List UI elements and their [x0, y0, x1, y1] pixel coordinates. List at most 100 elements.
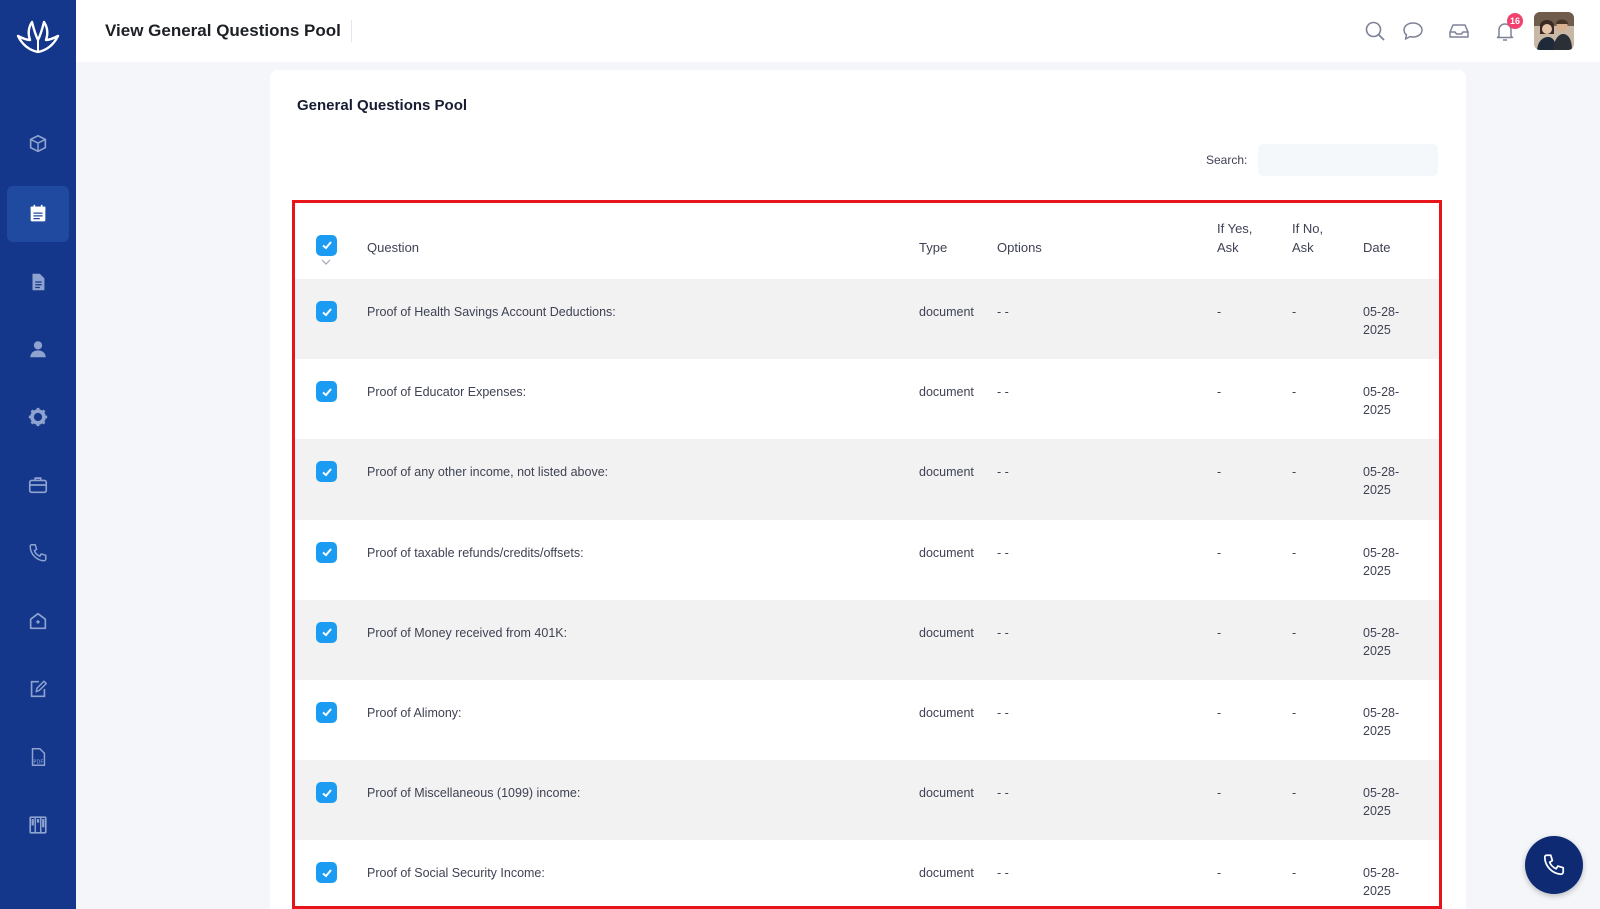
if-yes-cell: - — [1217, 465, 1222, 480]
questions-table: Question Type Options If Yes, Ask If No, A… — [295, 203, 1439, 906]
phone-icon — [1543, 854, 1565, 876]
kanban-icon — [29, 816, 47, 834]
column-header-if-no[interactable]: If No, Ask — [1292, 203, 1363, 279]
if-no-cell: - — [1292, 385, 1297, 400]
calendar-list-icon — [30, 204, 46, 222]
edit-icon — [30, 680, 47, 698]
date-line: 2025 — [1363, 483, 1391, 498]
if-no-cell: - — [1292, 465, 1297, 480]
sidebar-item-briefcase[interactable] — [7, 457, 69, 513]
checkmark-icon — [321, 307, 332, 316]
app-logo[interactable] — [14, 18, 62, 58]
date-cell: 05-28- 2025 — [1363, 840, 1439, 906]
box-arrows-icon — [29, 134, 47, 153]
options-cell: - - — [997, 625, 1009, 640]
sidebar-item-settings[interactable] — [7, 389, 69, 445]
row-checkbox[interactable] — [316, 862, 337, 884]
options-cell: - - — [997, 465, 1009, 480]
row-checkbox[interactable] — [316, 541, 337, 563]
date-cell: 05-28- 2025 — [1363, 279, 1439, 359]
row-select-cell — [295, 439, 367, 519]
type-cell: document — [919, 786, 974, 801]
table-row[interactable]: Proof of Health Savings Account Deductio… — [295, 279, 1439, 360]
date-line: 05-28- — [1363, 786, 1400, 801]
chevron-down-icon[interactable] — [321, 259, 331, 265]
column-header-question[interactable]: Question — [367, 203, 919, 279]
table-row[interactable]: Proof of Alimony: document - - - - 05-28- 2025 — [295, 680, 1439, 760]
row-checkbox[interactable] — [316, 621, 337, 643]
date-line: 05-28- — [1363, 705, 1400, 720]
if-no-cell: - — [1292, 305, 1297, 319]
sidebar-item-documents[interactable] — [7, 254, 69, 310]
question-cell: Proof of Health Savings Account Deductio… — [367, 305, 616, 319]
sidebar: PDF — [0, 0, 76, 909]
chat-bubble-icon — [1403, 22, 1423, 40]
checkmark-icon — [321, 628, 332, 637]
question-cell: Proof of Miscellaneous (1099) income: — [367, 786, 581, 801]
row-checkbox[interactable] — [316, 782, 337, 804]
table-row[interactable]: Proof of any other income, not listed ab… — [295, 439, 1439, 520]
row-select-cell — [295, 760, 367, 840]
table-row[interactable]: Proof of Educator Expenses: document - - - -… — [295, 359, 1439, 439]
header-line: Ask — [1292, 240, 1314, 255]
sidebar-item-packages[interactable] — [7, 116, 69, 172]
header-line: If No, — [1292, 221, 1324, 236]
inbox-button[interactable] — [1447, 19, 1471, 43]
chat-button[interactable] — [1401, 19, 1425, 43]
sidebar-item-board[interactable] — [7, 797, 69, 853]
date-cell: 05-28- 2025 — [1363, 520, 1439, 600]
options-cell: - - — [997, 705, 1009, 720]
question-cell: Proof of Money received from 401K: — [367, 625, 568, 640]
row-checkbox[interactable] — [316, 381, 337, 403]
document-icon — [32, 273, 45, 291]
call-button[interactable] — [1525, 836, 1583, 894]
date-line: 2025 — [1363, 643, 1391, 658]
sidebar-item-calls[interactable] — [7, 525, 69, 581]
user-avatar[interactable] — [1534, 12, 1574, 50]
table-row[interactable]: Proof of Money received from 401K: docume… — [295, 599, 1439, 680]
date-cell: 05-28- 2025 — [1363, 439, 1439, 519]
row-checkbox[interactable] — [316, 301, 337, 322]
sidebar-item-users[interactable] — [7, 321, 69, 377]
sidebar-item-offices[interactable] — [7, 593, 69, 649]
search-icon — [1365, 21, 1385, 41]
row-select-cell — [295, 680, 367, 760]
question-cell: Proof of Educator Expenses: — [367, 385, 527, 400]
date-line: 05-28- — [1363, 866, 1400, 881]
search-button[interactable] — [1363, 19, 1387, 43]
row-select-cell — [295, 359, 367, 439]
table-row[interactable]: Proof of Social Security Income: document… — [295, 840, 1439, 906]
sidebar-item-questions[interactable] — [7, 186, 69, 242]
row-select-cell — [295, 279, 367, 359]
select-all-checkbox[interactable] — [316, 234, 337, 256]
date-line: 05-28- — [1363, 385, 1400, 400]
type-cell: document — [919, 866, 974, 881]
page-title: View General Questions Pool — [105, 20, 352, 42]
date-cell: 05-28- 2025 — [1363, 760, 1439, 840]
header-line: If Yes, — [1217, 221, 1253, 236]
question-cell: Proof of any other income, not listed ab… — [367, 465, 609, 480]
date-line: 2025 — [1363, 804, 1391, 819]
column-header-if-yes[interactable]: If Yes, Ask — [1217, 203, 1292, 279]
row-checkbox[interactable] — [316, 701, 337, 723]
select-all-header — [295, 203, 367, 279]
column-header-date[interactable]: Date — [1363, 203, 1439, 279]
phone-icon — [29, 544, 47, 562]
pdf-icon: PDF — [31, 748, 46, 766]
sidebar-item-pdf[interactable]: PDF — [7, 729, 69, 785]
sidebar-item-edit[interactable] — [7, 661, 69, 717]
row-checkbox[interactable] — [316, 461, 337, 483]
briefcase-icon — [28, 477, 48, 494]
table-row[interactable]: Proof of taxable refunds/credits/offsets… — [295, 520, 1439, 600]
type-cell: document — [919, 465, 974, 480]
table-row[interactable]: Proof of Miscellaneous (1099) income: doc… — [295, 760, 1439, 841]
table-search-input[interactable] — [1258, 144, 1438, 176]
column-header-options[interactable]: Options — [997, 203, 1217, 279]
column-header-type[interactable]: Type — [919, 203, 997, 279]
notification-badge: 16 — [1507, 13, 1523, 29]
checkmark-icon — [321, 708, 332, 717]
if-no-cell: - — [1292, 786, 1297, 801]
if-yes-cell: - — [1217, 545, 1222, 560]
svg-text:PDF: PDF — [33, 759, 43, 765]
if-yes-cell: - — [1217, 385, 1222, 400]
